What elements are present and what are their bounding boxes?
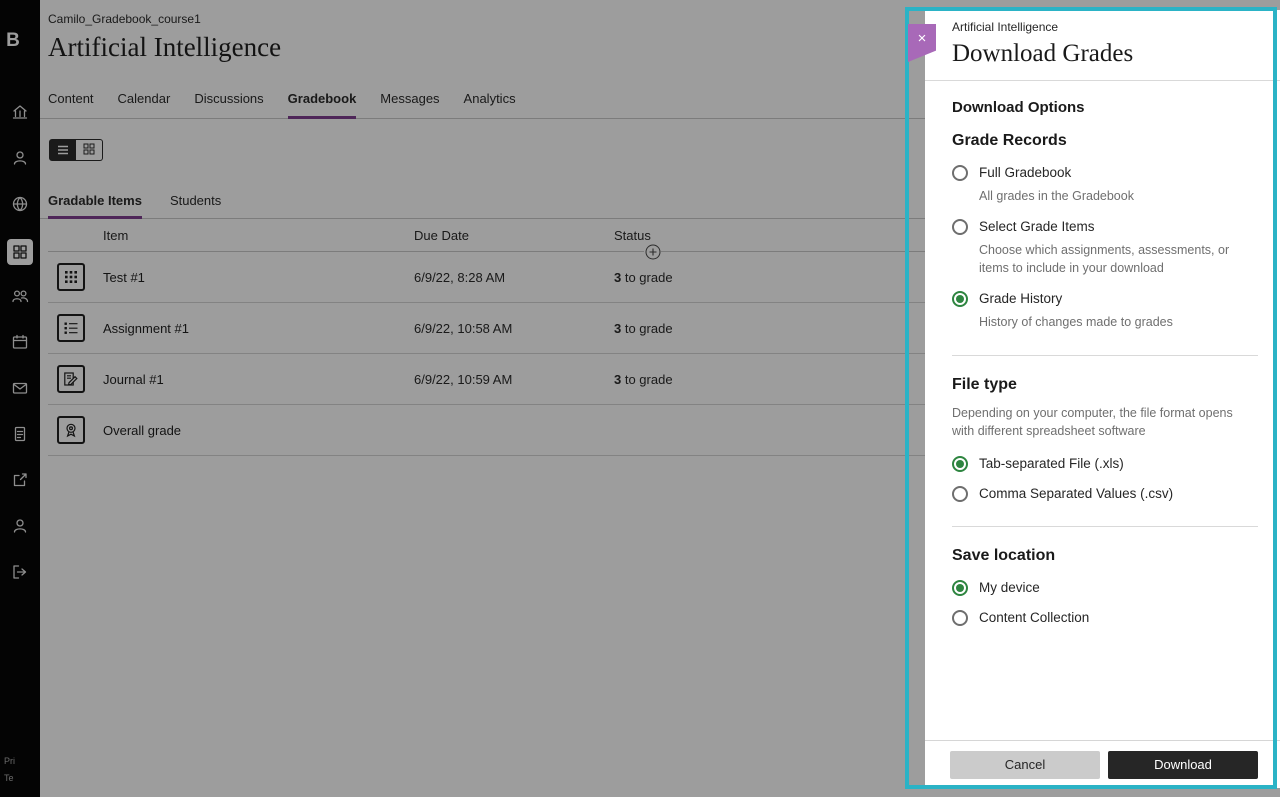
radio-full-gradebook[interactable]: Full Gradebook All grades in the Gradebo… (952, 165, 1258, 205)
radio-label: Comma Separated Values (.csv) (979, 486, 1173, 502)
radio-icon[interactable] (952, 610, 968, 626)
close-icon: × (918, 31, 927, 46)
radio-label: Grade History (979, 291, 1173, 307)
radio-description: All grades in the Gradebook (979, 187, 1134, 205)
radio-description: Choose which assignments, assessments, o… (979, 241, 1258, 277)
radio-icon[interactable] (952, 456, 968, 472)
radio-label: Content Collection (979, 610, 1089, 626)
panel-body: Download Options Grade Records Full Grad… (925, 81, 1280, 626)
cancel-button[interactable]: Cancel (950, 751, 1100, 779)
save-location-heading: Save location (952, 547, 1258, 565)
radio-grade-history[interactable]: Grade History History of changes made to… (952, 291, 1258, 331)
save-location-radiogroup: My device Content Collection (952, 580, 1258, 626)
radio-tab-separated[interactable]: Tab-separated File (.xls) (952, 456, 1258, 472)
radio-label: Full Gradebook (979, 165, 1134, 181)
radio-my-device[interactable]: My device (952, 580, 1258, 596)
radio-content-collection[interactable]: Content Collection (952, 610, 1258, 626)
file-type-heading: File type (952, 376, 1258, 394)
file-type-radiogroup: Tab-separated File (.xls) Comma Separate… (952, 456, 1258, 502)
radio-icon[interactable] (952, 219, 968, 235)
radio-icon[interactable] (952, 486, 968, 502)
radio-comma-separated[interactable]: Comma Separated Values (.csv) (952, 486, 1258, 502)
panel-course-context: Artificial Intelligence (952, 20, 1256, 34)
divider (952, 526, 1258, 527)
radio-description: History of changes made to grades (979, 313, 1173, 331)
panel-footer: Cancel Download (925, 740, 1280, 788)
radio-icon[interactable] (952, 291, 968, 307)
file-type-description: Depending on your computer, the file for… (952, 404, 1252, 440)
radio-icon[interactable] (952, 580, 968, 596)
panel-header: Artificial Intelligence Download Grades (925, 10, 1280, 80)
grade-records-heading: Grade Records (952, 132, 1258, 150)
radio-label: Select Grade Items (979, 219, 1258, 235)
download-options-heading: Download Options (952, 99, 1258, 116)
grade-records-radiogroup: Full Gradebook All grades in the Gradebo… (952, 165, 1258, 331)
download-grades-panel: Artificial Intelligence Download Grades … (925, 10, 1280, 788)
download-button[interactable]: Download (1108, 751, 1258, 779)
divider (952, 355, 1258, 356)
radio-label: My device (979, 580, 1040, 596)
radio-icon[interactable] (952, 165, 968, 181)
radio-label: Tab-separated File (.xls) (979, 456, 1124, 472)
radio-select-grade-items[interactable]: Select Grade Items Choose which assignme… (952, 219, 1258, 277)
panel-title: Download Grades (952, 40, 1256, 68)
